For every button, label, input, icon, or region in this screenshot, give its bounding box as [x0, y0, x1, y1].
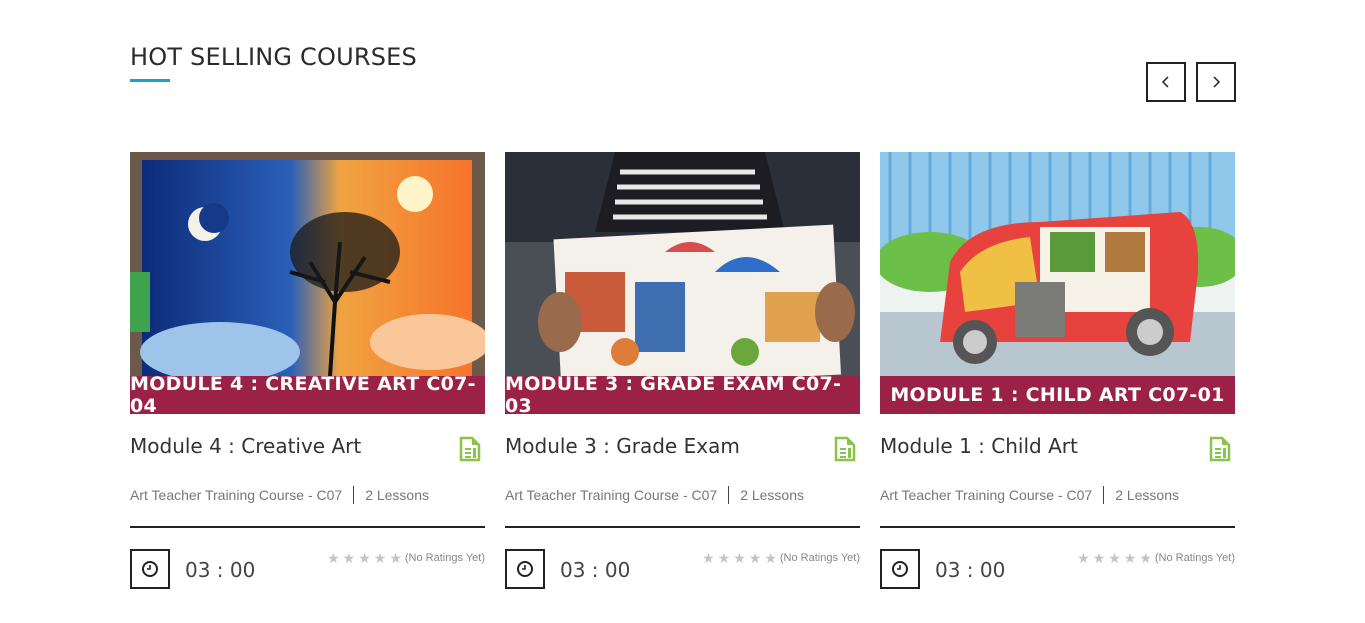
star-icon: ★: [764, 550, 777, 566]
course-banner: MODULE 4 : CREATIVE ART C07-04: [130, 373, 485, 414]
course-card[interactable]: MODULE 3 : GRADE EXAM C07-03 Module 3 : …: [505, 152, 860, 592]
course-duration: 03 : 00: [560, 558, 631, 582]
meta-separator: [353, 486, 355, 504]
duration-icon-box: [505, 549, 545, 589]
star-icon: ★: [717, 550, 731, 566]
chevron-left-icon: [1161, 76, 1169, 88]
carousel-next-button[interactable]: [1196, 62, 1236, 102]
course-category[interactable]: Art Teacher Training Course - C07: [505, 487, 717, 503]
clock-icon: [142, 561, 158, 577]
course-title[interactable]: Module 3 : Grade Exam: [505, 434, 740, 458]
course-title[interactable]: Module 1 : Child Art: [880, 434, 1078, 458]
course-banner: MODULE 3 : GRADE EXAM C07-03: [505, 373, 860, 414]
star-icon: ★: [748, 550, 762, 566]
chevron-right-icon: [1213, 76, 1221, 88]
carousel-prev-button[interactable]: [1146, 62, 1186, 102]
star-icon: ★: [733, 550, 746, 566]
star-icon: ★: [373, 550, 387, 566]
course-card[interactable]: MODULE 4 : CREATIVE ART C07-04 Module 4 …: [130, 152, 485, 592]
rating-text: (No Ratings Yet): [404, 552, 485, 564]
course-thumbnail[interactable]: MODULE 4 : CREATIVE ART C07-04: [130, 152, 485, 414]
course-duration: 03 : 00: [185, 558, 256, 582]
star-icon: ★: [342, 550, 356, 566]
course-meta: Art Teacher Training Course - C07 2 Less…: [130, 486, 429, 504]
card-divider: [505, 526, 860, 528]
course-thumbnail[interactable]: MODULE 1 : CHILD ART C07-01: [880, 152, 1235, 414]
title-underline: [130, 79, 170, 82]
course-category[interactable]: Art Teacher Training Course - C07: [880, 487, 1092, 503]
course-lessons: 2 Lessons: [740, 487, 805, 503]
course-duration: 03 : 00: [935, 558, 1006, 582]
course-rating: ★ ★ ★ ★ ★ (No Ratings Yet): [702, 551, 860, 565]
course-meta: Art Teacher Training Course - C07 2 Less…: [505, 486, 804, 504]
star-icon: ★: [389, 550, 402, 566]
document-icon: [459, 436, 481, 462]
course-category[interactable]: Art Teacher Training Course - C07: [130, 487, 342, 503]
course-lessons: 2 Lessons: [1115, 487, 1180, 503]
star-icon: ★: [327, 550, 340, 566]
course-banner: MODULE 1 : CHILD ART C07-01: [880, 376, 1235, 414]
course-rating: ★ ★ ★ ★ ★ (No Ratings Yet): [327, 551, 485, 565]
star-icon: ★: [1108, 550, 1121, 566]
clock-icon: [517, 561, 533, 577]
duration-icon-box: [880, 549, 920, 589]
rating-text: (No Ratings Yet): [779, 552, 860, 564]
star-icon: ★: [1077, 550, 1090, 566]
document-icon: [834, 436, 856, 462]
rating-text: (No Ratings Yet): [1154, 552, 1235, 564]
course-lessons: 2 Lessons: [365, 487, 430, 503]
card-divider: [130, 526, 485, 528]
star-icon: ★: [1139, 550, 1152, 566]
meta-separator: [728, 486, 730, 504]
star-icon: ★: [358, 550, 371, 566]
section-title: HOT SELLING COURSES: [130, 43, 417, 71]
document-icon: [1209, 436, 1231, 462]
course-meta: Art Teacher Training Course - C07 2 Less…: [880, 486, 1179, 504]
star-icon: ★: [1092, 550, 1106, 566]
course-rating: ★ ★ ★ ★ ★ (No Ratings Yet): [1077, 551, 1235, 565]
star-icon: ★: [1123, 550, 1137, 566]
course-card[interactable]: MODULE 1 : CHILD ART C07-01 Module 1 : C…: [880, 152, 1235, 592]
course-image: [505, 152, 860, 376]
card-divider: [880, 526, 1235, 528]
course-thumbnail[interactable]: MODULE 3 : GRADE EXAM C07-03: [505, 152, 860, 414]
star-icon: ★: [702, 550, 715, 566]
course-title[interactable]: Module 4 : Creative Art: [130, 434, 361, 458]
clock-icon: [892, 561, 908, 577]
duration-icon-box: [130, 549, 170, 589]
meta-separator: [1103, 486, 1105, 504]
course-image: [130, 152, 485, 376]
course-image: [880, 152, 1235, 376]
